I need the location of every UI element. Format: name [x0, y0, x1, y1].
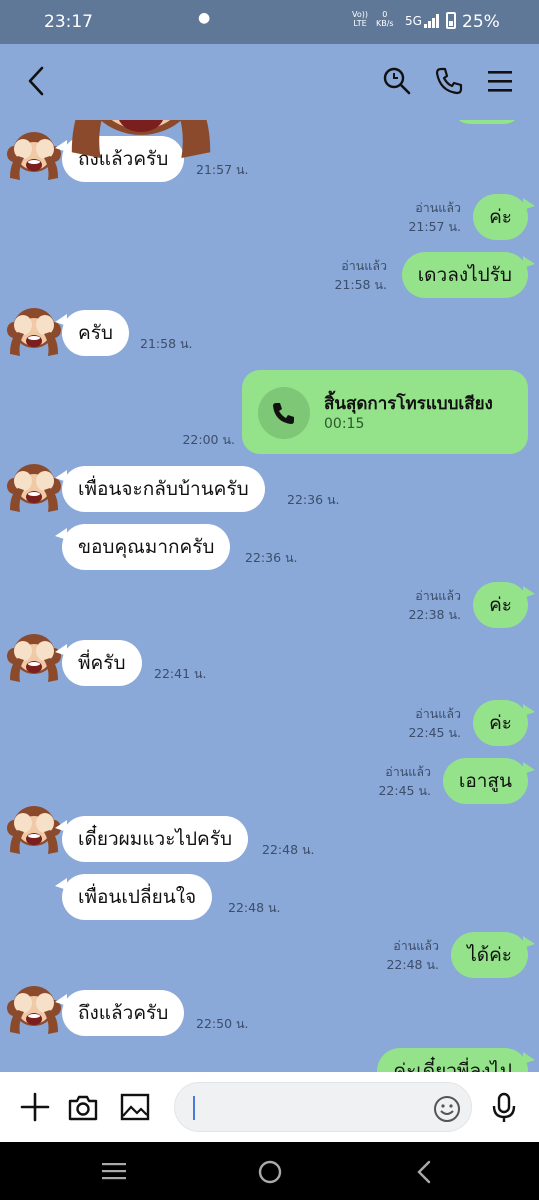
- message-bubble[interactable]: ครับ: [55, 310, 129, 356]
- call-ended-card[interactable]: สิ้นสุดการโทรแบบเสียง 00:15: [242, 370, 528, 454]
- message-time: 22:50 น.: [196, 1016, 249, 1031]
- sender-avatar[interactable]: [6, 982, 62, 1034]
- read-receipt: อ่านแล้ว: [415, 706, 461, 721]
- message-time: 22:45 น.: [408, 725, 461, 740]
- home-icon[interactable]: [256, 1159, 284, 1185]
- read-receipt: อ่านแล้ว: [341, 258, 387, 273]
- message-bubble[interactable]: พี่ครับ: [55, 640, 142, 686]
- message-input[interactable]: [174, 1082, 472, 1132]
- back-nav-icon[interactable]: [412, 1159, 438, 1185]
- sender-avatar[interactable]: [6, 630, 62, 682]
- message-time: 22:38 น.: [408, 607, 461, 622]
- battery-icon: [446, 12, 456, 29]
- message-bubble-partial[interactable]: [452, 120, 522, 124]
- message-bubble[interactable]: ค่ะเดี๋ยวพี่ลงไป: [377, 1048, 535, 1072]
- message-time: 22:48 น.: [228, 900, 281, 915]
- read-receipt: อ่านแล้ว: [393, 938, 439, 953]
- message-bubble[interactable]: ถึงแล้วครับ: [54, 990, 185, 1036]
- search-icon[interactable]: [382, 66, 412, 96]
- menu-icon[interactable]: [486, 66, 514, 96]
- sender-avatar[interactable]: [6, 128, 62, 180]
- message-bubble[interactable]: ค่ะ: [473, 582, 535, 628]
- camera-icon[interactable]: [67, 1092, 99, 1122]
- message-bubble[interactable]: เดี๋ยวผมแวะไปครับ: [54, 816, 249, 862]
- plus-icon[interactable]: [20, 1092, 50, 1122]
- message-bubble[interactable]: ค่ะ: [473, 700, 535, 746]
- message-time: 22:36 น.: [245, 550, 298, 565]
- message-time: 22:48 น.: [262, 842, 315, 857]
- message-bubble[interactable]: เดวลงไปรับ: [401, 252, 536, 298]
- signal-icon: [424, 14, 439, 28]
- battery-percent: 25%: [462, 12, 500, 32]
- sender-avatar[interactable]: [6, 460, 62, 512]
- sender-avatar[interactable]: [6, 304, 62, 356]
- message-time: 22:48 น.: [386, 957, 439, 972]
- message-bubble[interactable]: ได้ค่ะ: [451, 932, 535, 978]
- network-type: 5G: [405, 14, 422, 28]
- notification-dot-icon: ●: [198, 10, 211, 26]
- network-speed: 0 KB/s: [376, 10, 394, 28]
- image-icon[interactable]: [120, 1092, 150, 1122]
- system-nav-bar: [0, 1142, 539, 1200]
- status-bar: 23:17 ● Vo)) LTE 0 KB/s 5G 25%: [0, 0, 539, 44]
- volte-indicator: Vo)) LTE: [352, 10, 368, 28]
- text-cursor: [193, 1096, 195, 1120]
- call-duration: 00:15: [324, 416, 365, 432]
- status-time: 23:17: [44, 12, 93, 32]
- sender-avatar[interactable]: [6, 802, 62, 854]
- read-receipt: อ่านแล้ว: [415, 200, 461, 215]
- back-icon[interactable]: [22, 64, 50, 98]
- monkey-sticker-icon: [63, 120, 219, 158]
- read-receipt: อ่านแล้ว: [415, 588, 461, 603]
- message-bubble[interactable]: เอาสูน: [442, 758, 536, 804]
- call-title: สิ้นสุดการโทรแบบเสียง: [324, 394, 493, 414]
- message-input-bar: [0, 1072, 539, 1142]
- phone-icon[interactable]: [434, 66, 464, 96]
- message-time: 22:41 น.: [154, 666, 207, 681]
- mic-icon[interactable]: [490, 1092, 518, 1124]
- message-bubble[interactable]: ขอบคุณมากครับ: [54, 524, 231, 570]
- message-bubble[interactable]: เพื่อนจะกลับบ้านครับ: [55, 466, 265, 512]
- message-time: 21:57 น.: [196, 162, 249, 177]
- emoji-icon[interactable]: [433, 1095, 461, 1123]
- message-time: 21:58 น.: [334, 277, 387, 292]
- chat-area[interactable]: ถึงแล้วครับ 21:57 น. อ่านแล้ว 21:57 น. ค…: [0, 120, 539, 1072]
- chat-header: [0, 44, 539, 120]
- message-time: 22:00 น.: [182, 432, 235, 447]
- message-time: 22:45 น.: [378, 783, 431, 798]
- message-time: 21:57 น.: [408, 219, 461, 234]
- message-bubble[interactable]: ค่ะ: [473, 194, 535, 240]
- message-bubble[interactable]: เพื่อนเปลี่ยนใจ: [54, 874, 213, 920]
- recents-icon[interactable]: [100, 1159, 128, 1183]
- call-icon: [258, 387, 310, 439]
- read-receipt: อ่านแล้ว: [385, 764, 431, 779]
- message-time: 22:36 น.: [287, 492, 340, 507]
- message-time: 21:58 น.: [140, 336, 193, 351]
